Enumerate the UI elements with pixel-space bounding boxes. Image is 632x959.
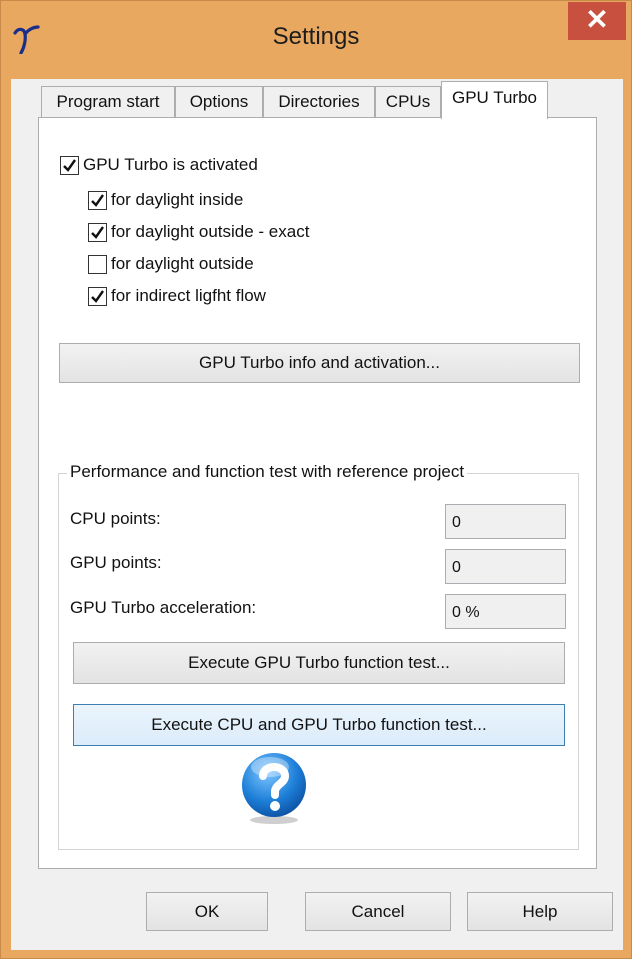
checkmark-icon [91,289,104,303]
settings-window: Settings ✕ Program start Options Directo… [0,0,632,959]
option-daylight-outside-checkbox[interactable] [88,254,107,274]
option-indirect-light-checkbox[interactable] [88,286,107,306]
tab-directories[interactable]: Directories [263,86,375,117]
option-daylight-inside-label: for daylight inside [111,190,244,209]
performance-test-group: Performance and function test with refer… [58,462,579,850]
execute-gpu-test-button[interactable]: Execute GPU Turbo function test... [73,642,565,684]
window-title: Settings [272,23,360,50]
checkmark-icon [91,225,104,239]
gpu-turbo-activated-checkbox[interactable] [60,155,79,175]
option-daylight-inside-checkbox[interactable] [88,190,107,210]
gpu-acceleration-field: 0 % [445,594,566,629]
gpu-acceleration-label: GPU Turbo acceleration: [70,598,257,617]
gpu-turbo-activated-row[interactable]: GPU Turbo is activated [60,153,258,177]
cpu-points-field: 0 [445,504,566,539]
performance-test-group-title: Performance and function test with refer… [67,462,468,482]
option-daylight-outside-exact-label: for daylight outside - exact [111,222,310,241]
cpu-points-label: CPU points: [70,509,161,528]
close-button[interactable]: ✕ [568,2,626,40]
tab-options[interactable]: Options [175,86,263,117]
tab-gpu-turbo[interactable]: GPU Turbo [441,81,548,119]
tab-cpus[interactable]: CPUs [375,86,441,117]
cancel-button[interactable]: Cancel [305,892,451,931]
option-indirect-light-label: for indirect ligfht flow [111,286,266,305]
gpu-turbo-panel: GPU Turbo is activated for daylight insi… [38,117,597,869]
option-daylight-outside-exact-row[interactable]: for daylight outside - exact [88,220,309,244]
gpu-turbo-activated-label: GPU Turbo is activated [83,155,258,174]
tab-program-start[interactable]: Program start [41,86,175,117]
option-daylight-outside-exact-checkbox[interactable] [88,222,107,242]
title-bar[interactable]: Settings ✕ [1,1,631,79]
gpu-turbo-info-button[interactable]: GPU Turbo info and activation... [59,343,580,383]
option-daylight-outside-row[interactable]: for daylight outside [88,252,254,276]
option-indirect-light-row[interactable]: for indirect ligfht flow [88,284,266,308]
checkmark-icon [63,158,76,172]
ok-button[interactable]: OK [146,892,268,931]
gpu-points-field: 0 [445,549,566,584]
help-question-icon[interactable] [236,750,312,826]
gpu-points-label: GPU points: [70,553,162,572]
execute-cpu-gpu-test-button[interactable]: Execute CPU and GPU Turbo function test.… [73,704,565,746]
option-daylight-outside-label: for daylight outside [111,254,254,273]
option-daylight-inside-row[interactable]: for daylight inside [88,188,243,212]
dialog-body: Program start Options Directories CPUs G… [11,79,623,950]
checkmark-icon [91,193,104,207]
help-button[interactable]: Help [467,892,613,931]
